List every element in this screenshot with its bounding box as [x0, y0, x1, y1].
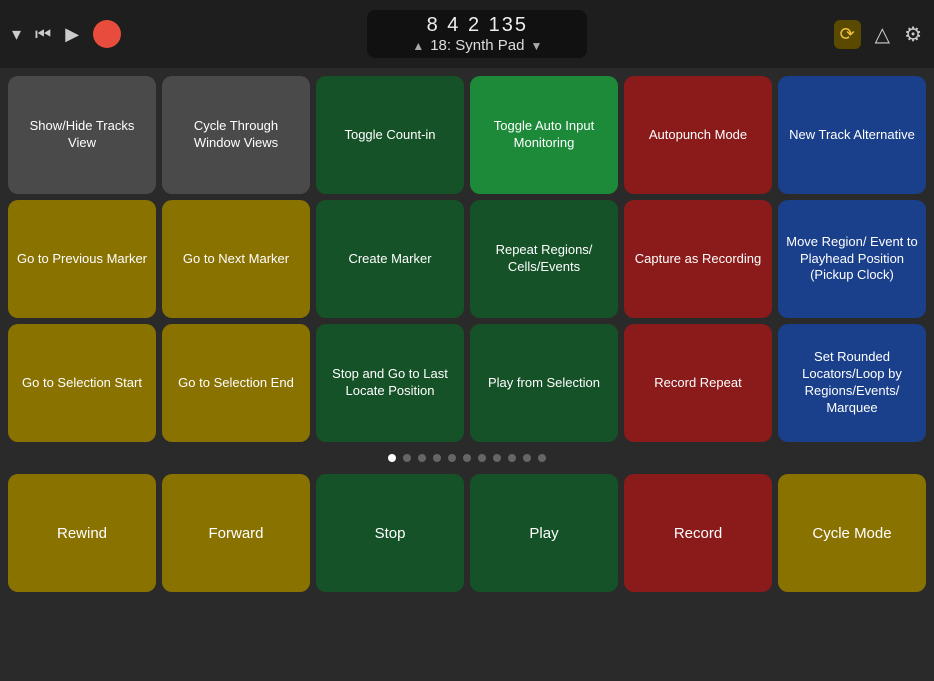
bottom-btn-3[interactable]: Play: [470, 474, 618, 592]
bottom-btn-5[interactable]: Cycle Mode: [778, 474, 926, 592]
grid-btn-r2-c3[interactable]: Play from Selection: [470, 324, 618, 442]
pagination-dot-10[interactable]: [538, 454, 546, 462]
bottom-btn-4[interactable]: Record: [624, 474, 772, 592]
pagination-dot-0[interactable]: [388, 454, 396, 462]
skip-back-icon[interactable]: ⏮: [35, 24, 51, 45]
pagination-dot-5[interactable]: [463, 454, 471, 462]
dropdown-arrow-icon[interactable]: ▾: [12, 24, 21, 45]
grid-btn-r0-c4[interactable]: Autopunch Mode: [624, 76, 772, 194]
grid-btn-r2-c4[interactable]: Record Repeat: [624, 324, 772, 442]
grid-btn-r0-c1[interactable]: Cycle Through Window Views: [162, 76, 310, 194]
top-bar-right-icons: ⟳ △ ⚙: [834, 20, 922, 49]
top-bar: ▾ ⏮ ▶ 8 4 2 135 ▲ 18: Synth Pad ▼ ⟳ △ ⚙: [0, 0, 934, 68]
pagination-dot-9[interactable]: [523, 454, 531, 462]
track-name-row: ▲ 18: Synth Pad ▼: [412, 37, 542, 54]
settings-icon[interactable]: ⚙: [904, 22, 922, 47]
grid-btn-r2-c1[interactable]: Go to Selection End: [162, 324, 310, 442]
play-icon[interactable]: ▶: [65, 24, 79, 45]
time-display: 8 4 2 135: [427, 14, 528, 37]
bottom-btn-2[interactable]: Stop: [316, 474, 464, 592]
track-up-arrow[interactable]: ▲: [412, 39, 424, 53]
grid-btn-r2-c0[interactable]: Go to Selection Start: [8, 324, 156, 442]
transport-controls: ▾ ⏮ ▶: [12, 20, 121, 48]
pagination-dot-1[interactable]: [403, 454, 411, 462]
grid-btn-r1-c0[interactable]: Go to Previous Marker: [8, 200, 156, 318]
bottom-btn-0[interactable]: Rewind: [8, 474, 156, 592]
pagination-dot-2[interactable]: [418, 454, 426, 462]
record-button[interactable]: [93, 20, 121, 48]
pagination-dot-6[interactable]: [478, 454, 486, 462]
grid-btn-r2-c2[interactable]: Stop and Go to Last Locate Position: [316, 324, 464, 442]
pagination-dot-8[interactable]: [508, 454, 516, 462]
grid-btn-r1-c4[interactable]: Capture as Recording: [624, 200, 772, 318]
bottom-btn-1[interactable]: Forward: [162, 474, 310, 592]
grid-btn-r0-c5[interactable]: New Track Alternative: [778, 76, 926, 194]
pagination-dot-7[interactable]: [493, 454, 501, 462]
grid-btn-r1-c1[interactable]: Go to Next Marker: [162, 200, 310, 318]
grid-area: Show/Hide Tracks ViewCycle Through Windo…: [0, 68, 934, 474]
grid-btn-r1-c5[interactable]: Move Region/ Event to Playhead Position …: [778, 200, 926, 318]
grid-btn-r1-c2[interactable]: Create Marker: [316, 200, 464, 318]
bottom-bar: RewindForwardStopPlayRecordCycle Mode: [0, 474, 934, 600]
track-name: 18: Synth Pad: [430, 37, 524, 54]
pagination-dots: [8, 448, 926, 470]
pagination-dot-4[interactable]: [448, 454, 456, 462]
track-down-arrow[interactable]: ▼: [530, 39, 542, 53]
grid-btn-r0-c2[interactable]: Toggle Count-in: [316, 76, 464, 194]
button-grid-row1: Show/Hide Tracks ViewCycle Through Windo…: [8, 76, 926, 442]
grid-btn-r0-c3[interactable]: Toggle Auto Input Monitoring: [470, 76, 618, 194]
pagination-dot-3[interactable]: [433, 454, 441, 462]
metronome-icon[interactable]: △: [875, 22, 890, 47]
grid-btn-r2-c5[interactable]: Set Rounded Locators/Loop by Regions/Eve…: [778, 324, 926, 442]
grid-btn-r0-c0[interactable]: Show/Hide Tracks View: [8, 76, 156, 194]
cycle-icon[interactable]: ⟳: [834, 20, 861, 49]
grid-btn-r1-c3[interactable]: Repeat Regions/ Cells/Events: [470, 200, 618, 318]
